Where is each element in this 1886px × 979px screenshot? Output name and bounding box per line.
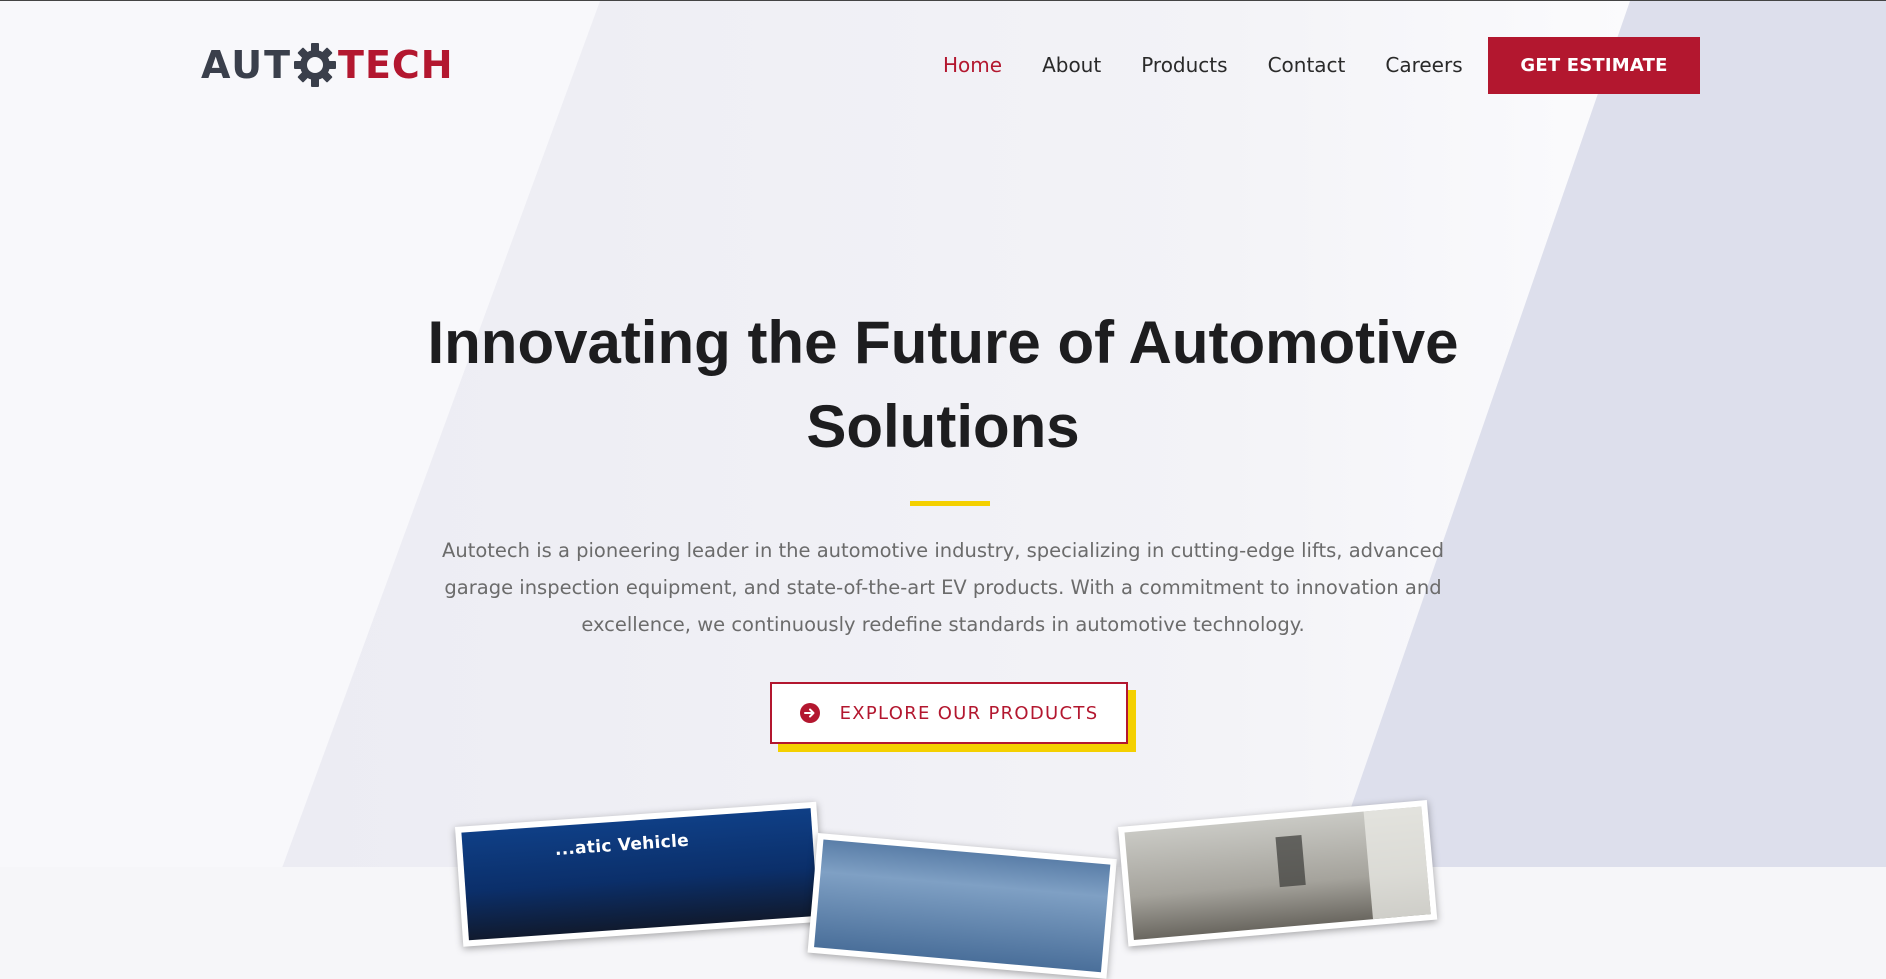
nav-item-contact[interactable]: Contact [1268,51,1346,79]
hero-title-line2: Solutions [806,393,1080,460]
hero-title: Innovating the Future of Automotive Solu… [343,301,1543,469]
hero-divider [910,501,990,506]
gallery-card-image [814,839,1111,973]
gallery-card-sky[interactable] [807,833,1117,979]
hero-section: Innovating the Future of Automotive Solu… [0,1,1886,979]
main-navigation: Home About Products Contact Careers [943,51,1503,79]
site-header: AUT TECH Home About Products Contact Car… [0,1,1886,131]
garage-window-shapes [1275,806,1431,932]
explore-products-button-group: EXPLORE OUR PRODUCTS [770,682,1136,752]
nav-item-careers[interactable]: Careers [1385,51,1462,79]
logo-text-left: AUT [201,43,293,87]
hero-description: Autotech is a pioneering leader in the a… [442,539,1444,636]
gallery-card-caption: ...atic Vehicle [554,830,690,861]
nav-item-about[interactable]: About [1042,51,1101,79]
gallery-card-garage[interactable] [1118,799,1438,947]
gallery-card-image: ...atic Vehicle [461,808,819,941]
autotech-logo[interactable]: AUT TECH [201,41,454,89]
hero-title-line1: Innovating the Future of Automotive [427,309,1459,376]
nav-item-home[interactable]: Home [943,51,1002,79]
nav-item-products[interactable]: Products [1141,51,1227,79]
logo-text-right: TECH [338,43,454,87]
arrow-right-circle-icon [799,703,820,723]
explore-products-label: EXPLORE OUR PRODUCTS [839,702,1099,724]
gallery-card-image [1124,806,1431,941]
get-estimate-button[interactable]: GET ESTIMATE [1488,37,1700,94]
explore-products-button[interactable]: EXPLORE OUR PRODUCTS [770,682,1128,744]
gear-icon [294,42,337,88]
gallery-card-vehicle[interactable]: ...atic Vehicle [455,801,825,947]
